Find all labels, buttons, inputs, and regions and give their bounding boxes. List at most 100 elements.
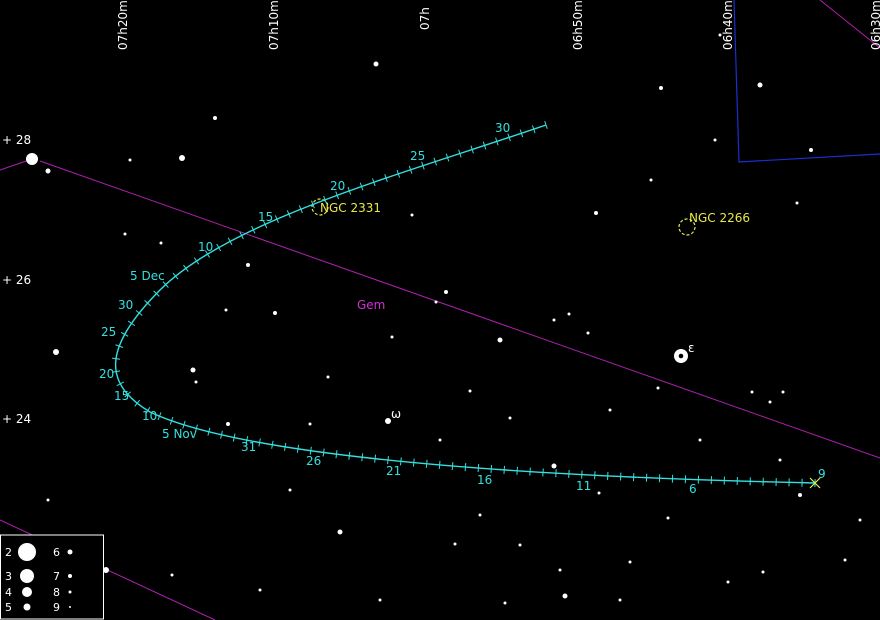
- path-label: 31: [241, 440, 256, 454]
- star: [843, 558, 847, 562]
- star: [226, 422, 230, 426]
- star: [597, 491, 601, 495]
- path-label: 15: [258, 210, 273, 224]
- legend-mag-label: 7: [53, 570, 60, 583]
- star: [798, 493, 802, 497]
- star: [390, 335, 394, 339]
- star: [170, 573, 174, 577]
- star: [190, 367, 196, 373]
- ra-label: 07h20m: [116, 0, 130, 50]
- star: [53, 349, 59, 355]
- star: [562, 593, 568, 599]
- star: [503, 601, 507, 605]
- path-tick: [516, 466, 518, 475]
- dec-label: + 24: [2, 412, 31, 426]
- star: [781, 390, 785, 394]
- star: [438, 438, 442, 442]
- star: [378, 598, 382, 602]
- legend-mag-label: 8: [53, 586, 60, 599]
- star: [809, 148, 813, 152]
- star: [453, 542, 457, 546]
- star: [594, 211, 598, 215]
- path-label: 9: [818, 467, 826, 481]
- star: [246, 263, 250, 267]
- path-tick: [503, 465, 506, 474]
- star: [518, 543, 522, 547]
- legend-mag-label: 9: [53, 601, 60, 614]
- path-tick: [451, 461, 454, 471]
- star: [649, 178, 653, 182]
- path-tick: [464, 463, 467, 472]
- path-label: 5 Dec: [130, 269, 165, 283]
- star: [628, 560, 632, 564]
- star-label-epsilon: ε: [688, 341, 695, 355]
- path-tick: [477, 464, 480, 473]
- legend-mag-symbol: [18, 543, 36, 561]
- path-label: 15: [114, 389, 129, 403]
- path-label: 20: [330, 179, 345, 193]
- star: [618, 598, 622, 602]
- dec-label: + 28: [2, 133, 31, 147]
- star: [159, 241, 163, 245]
- star: [551, 463, 557, 469]
- star: [308, 422, 312, 426]
- legend-mag-symbol: [67, 549, 73, 555]
- star: [552, 318, 556, 322]
- star: [497, 337, 503, 343]
- legend-mag-symbol: [23, 603, 31, 611]
- star: [713, 138, 717, 142]
- star: [778, 458, 782, 462]
- dso-label-ngc-2266: NGC 2266: [689, 211, 750, 225]
- legend-mag-symbol: [68, 574, 72, 578]
- star: [508, 416, 512, 420]
- path-label: 10: [142, 409, 157, 423]
- star: [858, 518, 862, 522]
- star: [273, 311, 277, 315]
- legend-mag-label: 4: [5, 586, 12, 599]
- star-label-omega: ω: [391, 407, 401, 421]
- path-label: 11: [576, 479, 591, 493]
- path-label: 6: [689, 482, 697, 496]
- legend-mag-label: 5: [5, 601, 12, 614]
- star: [46, 498, 50, 502]
- star: [761, 570, 765, 574]
- path-label: 25: [410, 149, 425, 163]
- bright-star: [26, 153, 38, 165]
- star: [123, 232, 127, 236]
- star: [288, 488, 292, 492]
- star: [656, 386, 660, 390]
- star: [757, 82, 763, 88]
- sky-chart: ε ω NGC 2331 NGC 2266 Gem 07h20m 07h10m …: [0, 0, 880, 620]
- dso-label-ngc-2331: NGC 2331: [320, 201, 381, 215]
- legend-mag-label: 2: [5, 546, 12, 559]
- legend-mag-symbol: [20, 569, 34, 583]
- path-label: 26: [306, 454, 321, 468]
- star: [45, 168, 51, 174]
- magnitude-legend: 2 3 4 5 6 7 8 9: [0, 534, 104, 620]
- star: [750, 390, 754, 394]
- star: [444, 290, 448, 294]
- path-tick: [425, 459, 428, 468]
- path-label: 5 Nov: [162, 427, 197, 441]
- constellation-label: Gem: [357, 298, 385, 312]
- star: [478, 513, 482, 517]
- star: [373, 61, 379, 67]
- star: [179, 155, 185, 161]
- ra-label: 06h40m: [721, 0, 735, 50]
- star: [434, 300, 438, 304]
- star: [194, 380, 198, 384]
- star: [326, 375, 330, 379]
- star: [608, 408, 612, 412]
- path-tick: [438, 460, 441, 469]
- star: [337, 529, 343, 535]
- star: [567, 312, 571, 316]
- star: [768, 400, 772, 404]
- ra-label: 07h10m: [267, 0, 281, 50]
- ra-label: 07h: [418, 7, 432, 30]
- path-label: 21: [386, 464, 401, 478]
- ra-label: 06h50m: [571, 0, 585, 50]
- star: [410, 213, 414, 217]
- legend-mag-symbol: [68, 590, 72, 594]
- path-label: 30: [495, 121, 510, 135]
- path-label: 20: [99, 367, 114, 381]
